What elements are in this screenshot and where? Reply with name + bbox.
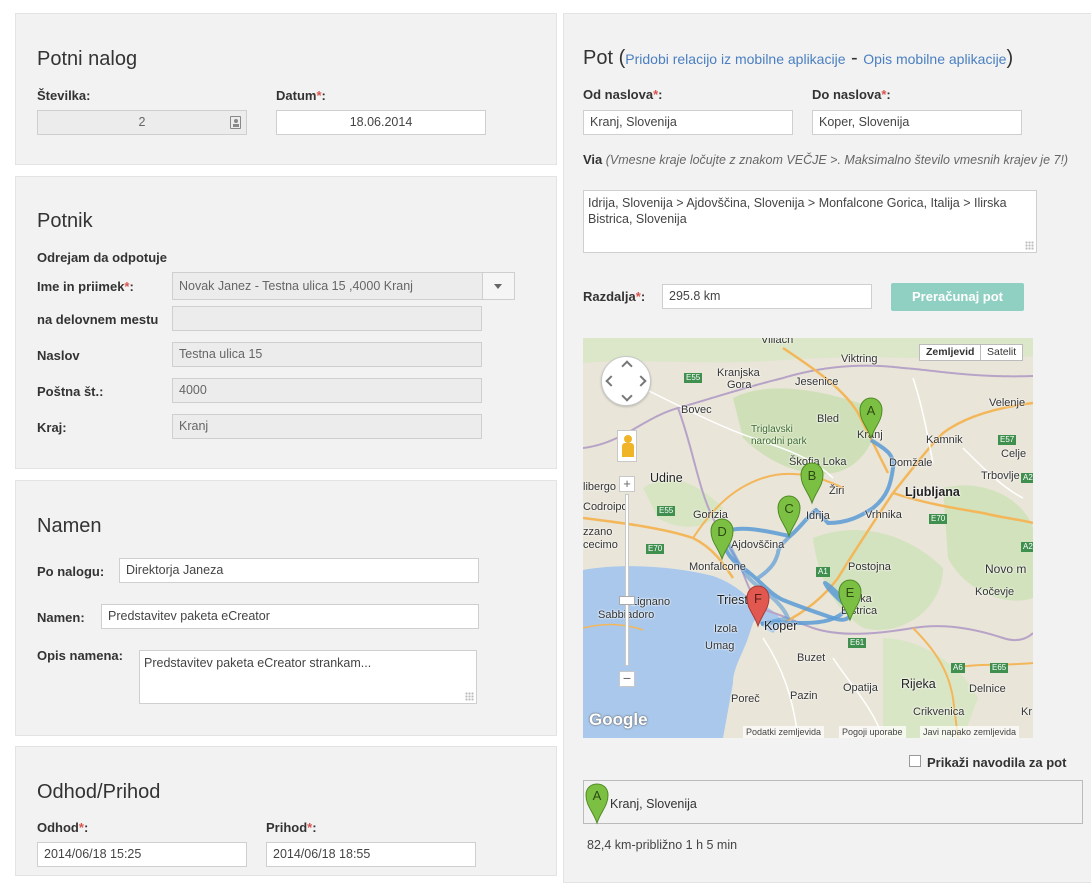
potnik-panel: Potnik Odrejam da odpotuje Ime in priime…: [15, 176, 557, 469]
directions-step: A Kranj, Slovenija: [583, 780, 1083, 825]
marker-e-icon: E: [838, 579, 862, 622]
od-naslova-label: Od naslova*:: [583, 87, 663, 102]
zoom-in-button[interactable]: +: [619, 476, 635, 492]
pan-control-icon[interactable]: [601, 356, 651, 406]
ime-label: Ime in priimek*:: [37, 279, 134, 294]
step-city: Kranj, Slovenija: [610, 797, 697, 811]
chevron-down-icon[interactable]: [482, 273, 514, 299]
do-naslova-field[interactable]: Koper, Slovenija: [812, 110, 1022, 135]
map-report-link[interactable]: Javi napako zemljevida: [920, 726, 1020, 738]
google-logo: Google: [589, 710, 648, 729]
od-naslova-field[interactable]: Kranj, Slovenija: [583, 110, 793, 135]
namen-title: Namen: [37, 515, 102, 537]
zoom-slider-handle[interactable]: [619, 596, 635, 605]
marker-f-icon: F: [746, 585, 770, 628]
marker-c-label: C: [784, 501, 793, 516]
route-map[interactable]: E55 A2 E57 A1 E61 E70 A6 E65 E55 E70 A2 …: [583, 338, 1033, 738]
prikazi-checkbox[interactable]: [909, 755, 921, 767]
postna-field[interactable]: 4000: [172, 378, 482, 403]
svg-text:A: A: [593, 788, 602, 803]
marker-b-icon: B: [800, 462, 824, 505]
stevilka-field[interactable]: 2: [37, 110, 247, 135]
via-label: Via: [583, 152, 603, 167]
odhod-field[interactable]: 2014/06/18 15:25: [37, 842, 247, 867]
naslov-label: Naslov: [37, 348, 80, 363]
step-info: 82,4 km-približno 1 h 5 min: [587, 838, 738, 852]
po-nalogu-label: Po nalogu:: [37, 564, 105, 579]
stevilka-label: Številka:: [37, 88, 91, 103]
delovno-field[interactable]: [172, 306, 482, 331]
marker-d-icon: D: [710, 518, 734, 561]
map-type-satellite-button[interactable]: Satelit: [980, 344, 1024, 361]
namen-panel: Namen Po nalogu: Direktorja Janeza Namen…: [15, 480, 557, 736]
ime-select[interactable]: Novak Janez - Testna ulica 15 ,4000 Kran…: [172, 272, 515, 300]
marker-a-icon: A: [585, 783, 609, 825]
resize-grip-icon[interactable]: [465, 692, 474, 701]
zoom-slider-track[interactable]: [625, 494, 629, 666]
naslov-field[interactable]: Testna ulica 15: [172, 342, 482, 367]
namen-label: Namen:: [37, 610, 85, 625]
kraj-field[interactable]: Kranj: [172, 414, 482, 439]
marker-b-label: B: [808, 468, 817, 483]
delovno-label: na delovnem mestu: [37, 312, 159, 327]
via-value: Idrija, Slovenija > Ajdovščina, Slovenij…: [588, 196, 1007, 226]
map-terms-link[interactable]: Pogoji uporabe: [839, 726, 906, 738]
stevilka-value: 2: [138, 115, 146, 129]
potni-nalog-title: Potni nalog: [37, 48, 138, 70]
marker-a-label: A: [867, 403, 876, 418]
contact-card-icon: [230, 116, 241, 129]
marker-d-label: D: [717, 524, 726, 539]
marker-f-label: F: [754, 591, 762, 606]
zoom-out-button[interactable]: −: [619, 671, 635, 687]
street-view-pegman-icon[interactable]: [617, 430, 637, 462]
po-nalogu-field[interactable]: Direktorja Janeza: [119, 558, 479, 583]
map-type-map-button[interactable]: Zemljevid: [919, 344, 982, 361]
ime-select-value: Novak Janez - Testna ulica 15 ,4000 Kran…: [179, 279, 413, 293]
postna-label: Poštna št.:: [37, 384, 104, 399]
prikazi-label: Prikaži navodila za pot: [927, 755, 1067, 770]
map-data-link[interactable]: Podatki zemljevida: [743, 726, 825, 738]
odhod-panel: Odhod/Prihod Odhod*: 2014/06/18 15:25 Pr…: [15, 746, 557, 876]
odhod-label: Odhod*:: [37, 820, 89, 835]
map-markers: A B C D E F: [710, 397, 883, 628]
prihod-label: Prihod*:: [266, 820, 317, 835]
preracunaj-button[interactable]: Preračunaj pot: [891, 283, 1024, 311]
marker-c-icon: C: [777, 495, 801, 538]
pridobi-relacijo-link[interactable]: Pridobi relacijo iz mobilne aplikacije: [625, 51, 845, 67]
marker-e-label: E: [846, 585, 855, 600]
razdalja-label: Razdalja*:: [583, 289, 646, 304]
via-note: Via (Vmesne kraje ločujte z znakom VEČJE…: [583, 152, 1069, 167]
datum-field[interactable]: 18.06.2014: [276, 110, 486, 135]
do-naslova-label: Do naslova*:: [812, 87, 891, 102]
namen-field[interactable]: Predstavitev paketa eCreator: [101, 604, 479, 629]
opis-textarea[interactable]: Predstavitev paketa eCreator strankam...: [139, 650, 477, 704]
marker-a-icon: A: [859, 397, 883, 440]
razdalja-field[interactable]: 295.8 km: [662, 284, 872, 309]
odhod-title: Odhod/Prihod: [37, 781, 161, 803]
prihod-field[interactable]: 2014/06/18 18:55: [266, 842, 476, 867]
opis-label: Opis namena:: [37, 648, 123, 663]
potni-nalog-panel: Potni nalog Številka: 2 Datum*: 18.06.20…: [15, 13, 557, 165]
resize-grip-icon[interactable]: [1025, 241, 1034, 250]
kraj-label: Kraj:: [37, 420, 67, 435]
potnik-title: Potnik: [37, 210, 93, 232]
opis-value: Predstavitev paketa eCreator strankam...: [144, 656, 372, 670]
datum-label: Datum*:: [276, 88, 326, 103]
via-textarea[interactable]: Idrija, Slovenija > Ajdovščina, Slovenij…: [583, 190, 1037, 253]
opis-aplikacije-link[interactable]: Opis mobilne aplikacije: [863, 51, 1006, 67]
pot-title: Pot (Pridobi relacijo iz mobilne aplikac…: [583, 47, 1014, 69]
odredjam-label: Odrejam da odpotuje: [37, 250, 168, 265]
